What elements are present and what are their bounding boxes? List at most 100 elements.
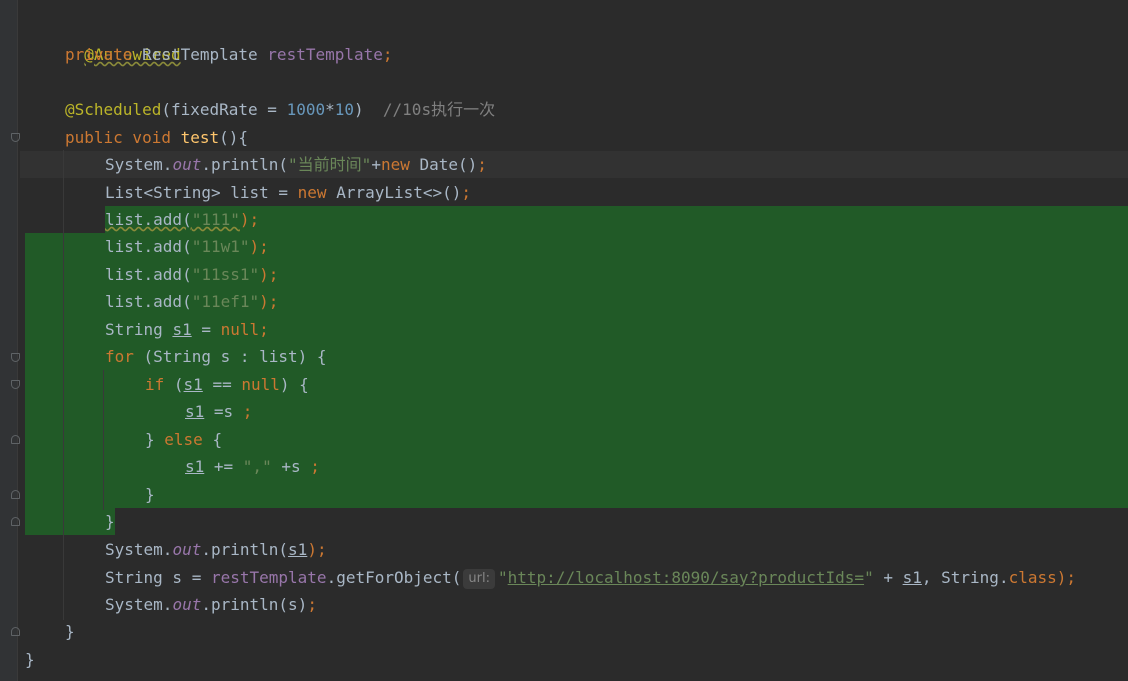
semicolon-token: ; [477, 155, 487, 174]
code-line-12: String s1 = null; [105, 316, 269, 343]
code-token: (){ [219, 128, 249, 147]
code-token: .getForObject( [326, 568, 462, 587]
variable-token: s1 [172, 320, 192, 339]
code-token: list.add( [105, 237, 192, 256]
code-line-22: System.out.println(s); [105, 591, 317, 618]
keyword-token: null [220, 320, 260, 339]
brace-token: } [105, 512, 115, 531]
fold-marker-icon[interactable] [11, 517, 20, 526]
code-token: =s [204, 402, 243, 421]
code-token: ); [1056, 568, 1077, 587]
variable-token: s1 [185, 402, 205, 421]
code-token: System. [105, 540, 173, 559]
code-line-9: list.add("11w1"); [105, 233, 269, 260]
string-token: "111" [191, 210, 240, 229]
method-name-token: test [180, 128, 220, 147]
code-token: { [212, 430, 223, 449]
code-token: ); [307, 540, 327, 559]
code-token: ); [239, 210, 260, 229]
code-token: = [191, 320, 221, 339]
code-token: ); [249, 237, 269, 256]
fold-marker-icon[interactable] [11, 353, 20, 362]
code-token: ); [259, 292, 279, 311]
selection-last-line [25, 508, 115, 535]
code-line-16: } else { [145, 426, 222, 453]
keyword-token: for [105, 347, 144, 366]
variable-token: s1 [185, 457, 205, 476]
string-token: "11ss1" [191, 265, 260, 284]
type-token: RestTemplate [132, 45, 268, 64]
code-line-2: private RestTemplate restTemplate; [65, 41, 393, 68]
code-token: ( [173, 375, 184, 394]
code-line-15: s1 =s ; [185, 398, 252, 425]
editor-gutter[interactable] [0, 0, 18, 681]
code-line-24: } [25, 646, 35, 673]
semicolon-token: ; [382, 45, 393, 64]
code-token: String s = [105, 568, 211, 587]
semicolon-token: ; [461, 183, 472, 202]
fold-marker-icon[interactable] [11, 380, 20, 389]
code-token: } [145, 430, 165, 449]
code-token: , String. [921, 568, 1009, 587]
keyword-token: class [1008, 568, 1057, 587]
brace-token: } [65, 622, 75, 641]
semicolon-token: ; [307, 595, 317, 614]
string-token: "," [242, 457, 272, 476]
annotation-token: @Scheduled [65, 100, 162, 119]
code-token: ArrayList<>() [336, 183, 462, 202]
code-line-5: public void test(){ [65, 124, 248, 151]
semicolon-token: ; [242, 402, 253, 421]
operator-token: + [873, 568, 903, 587]
code-line-20: System.out.println(s1); [105, 536, 327, 563]
code-token: String [105, 320, 173, 339]
code-token: (String s : list) { [143, 347, 327, 366]
keyword-token: null [241, 375, 280, 394]
code-token: .println(s) [201, 595, 308, 614]
code-token: list.add( [105, 210, 192, 229]
code-line-14: if (s1 == null) { [145, 371, 309, 398]
static-field-token: out [172, 540, 202, 559]
code-token: (fixedRate = [161, 100, 287, 119]
operator-token: += [204, 457, 243, 476]
code-line-21: String s = restTemplate.getForObject(url… [105, 564, 1076, 591]
fold-marker-icon[interactable] [11, 490, 20, 499]
operator-token: + [371, 155, 381, 174]
code-token: +s [271, 457, 311, 476]
parameter-hint: url: [463, 569, 495, 589]
static-field-token: out [172, 155, 202, 174]
indent-guide [103, 370, 104, 510]
keyword-token: if [145, 375, 174, 394]
url-link[interactable]: http://localhost:8090/say?productIds= [508, 568, 864, 587]
code-token: ) { [279, 375, 309, 394]
fold-marker-icon[interactable] [11, 627, 20, 636]
keyword-token: else [164, 430, 213, 449]
string-token: "当前时间" [288, 155, 372, 174]
code-token: System. [105, 155, 173, 174]
fold-marker-icon[interactable] [11, 435, 20, 444]
code-line-18: } [145, 481, 155, 508]
keyword-token: new [380, 155, 420, 174]
code-token: .println( [201, 155, 289, 174]
code-line-1: @Autowired [65, 14, 180, 64]
code-line-11: list.add("11ef1"); [105, 288, 278, 315]
variable-token: s1 [288, 540, 308, 559]
code-token: .println( [201, 540, 289, 559]
code-line-17: s1 += "," +s ; [185, 453, 320, 480]
code-line-6: System.out.println("当前时间"+new Date(); [105, 151, 487, 178]
fold-marker-icon[interactable] [11, 133, 20, 142]
brace-token: } [145, 485, 155, 504]
variable-token: s1 [183, 375, 203, 394]
code-token: Date() [419, 155, 478, 174]
operator-token: == [202, 375, 242, 394]
indent-guide [63, 150, 64, 620]
string-token: "11w1" [191, 237, 250, 256]
code-token: list.add( [105, 265, 192, 284]
operator-token: * [325, 100, 335, 119]
keyword-token: new [297, 183, 337, 202]
semicolon-token: ; [259, 320, 269, 339]
brace-token: } [25, 650, 35, 669]
code-token: System. [105, 595, 173, 614]
string-token: "11ef1" [191, 292, 260, 311]
code-token: list.add( [105, 292, 192, 311]
field-token: restTemplate [210, 568, 327, 587]
